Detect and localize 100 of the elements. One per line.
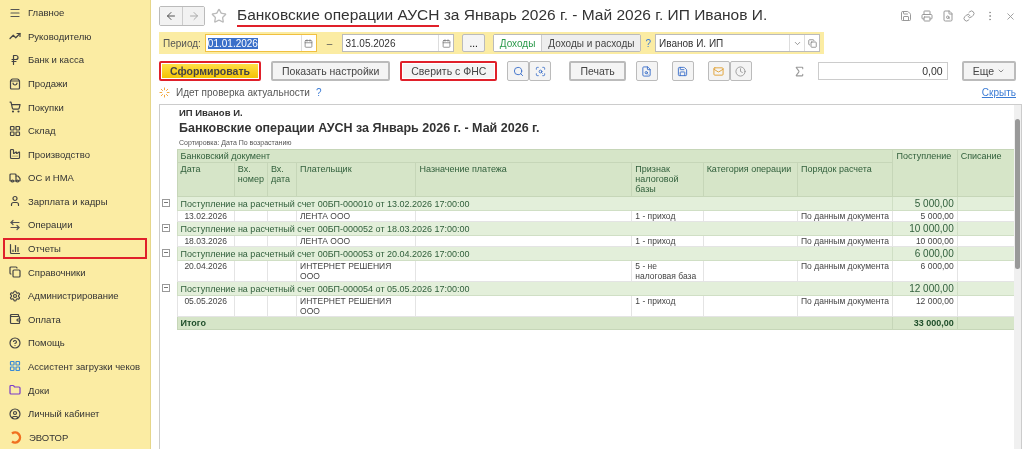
find-button[interactable] — [529, 61, 552, 81]
schedule-button[interactable] — [729, 61, 752, 81]
mail-icon — [713, 65, 725, 77]
sidebar-item[interactable]: Операции — [3, 214, 147, 236]
dash: – — [326, 37, 333, 49]
column-header: Плательщик — [296, 162, 416, 197]
collapse-toggle[interactable] — [162, 198, 170, 207]
help-link[interactable]: ? — [645, 37, 652, 49]
sidebar-item[interactable]: Покупки — [3, 96, 147, 118]
group-title: Поступление на расчетный счет 00БП-000054 от 05.05.2026 17:00:00 — [180, 283, 470, 294]
star-icon — [211, 8, 227, 24]
mode-tab[interactable]: Доходы — [493, 35, 542, 51]
wallet-icon — [9, 313, 21, 326]
cart-icon — [9, 101, 21, 114]
grid-icon — [9, 360, 21, 373]
truck-icon — [9, 171, 21, 184]
collapse-toggle[interactable] — [162, 223, 170, 232]
calendar-icon — [304, 38, 314, 48]
clock-icon — [735, 65, 747, 77]
table-cell: По данным документа — [797, 235, 893, 247]
save-icon — [677, 65, 689, 77]
column-header: Признак налоговой базы — [631, 162, 704, 197]
toolbar-button[interactable]: Сформировать — [159, 61, 261, 81]
table-cell: По данным документа — [797, 210, 893, 222]
search-icon — [512, 65, 524, 77]
table-cell: 05.05.2026 — [177, 295, 235, 317]
person-icon — [9, 195, 21, 208]
report-organization: ИП Иванов И. — [179, 106, 244, 118]
arrow-left-icon — [165, 10, 177, 22]
scan-search-icon — [534, 65, 546, 77]
save-icon — [900, 10, 912, 22]
table-cell: 5 000,00 — [892, 210, 958, 222]
period-label: Период: — [163, 37, 201, 49]
calendar-icon — [441, 38, 451, 48]
toolbar-button[interactable]: Сверить с ФНС — [400, 61, 498, 81]
column-header: Категория операции — [703, 162, 798, 197]
table-cell: 1 - приход — [631, 235, 704, 247]
search-button[interactable] — [507, 61, 530, 81]
collapse-toggle[interactable] — [162, 248, 170, 257]
mail-button[interactable] — [707, 61, 730, 81]
arrows-icon — [9, 219, 21, 231]
save-button[interactable] — [671, 61, 694, 81]
sidebar-item[interactable]: ОС и НМА — [3, 167, 147, 189]
settings-icon — [9, 289, 21, 302]
help-link[interactable]: ? — [315, 86, 322, 98]
table-cell: 13.02.2026 — [177, 210, 235, 222]
sidebar-item[interactable]: Склад — [3, 119, 147, 142]
help-icon — [9, 336, 21, 349]
table-cell: ЛЕНТА ООО — [296, 210, 416, 222]
column-header: Банковский документ — [177, 149, 893, 163]
sidebar-item[interactable]: Помощь — [3, 332, 147, 354]
print-button[interactable]: Печать — [569, 61, 626, 81]
column-header: Дата — [177, 162, 235, 197]
sidebar-item[interactable]: Банк и касса — [3, 49, 147, 71]
sidebar-item[interactable]: Продажи — [3, 72, 147, 95]
sidebar-item[interactable]: Справочники — [3, 261, 147, 283]
sidebar-item[interactable]: Производство — [3, 143, 147, 166]
scrollbar[interactable] — [1014, 105, 1021, 449]
sidebar-item[interactable]: Доки — [3, 379, 147, 401]
period-button[interactable]: ... — [462, 34, 485, 52]
folder-icon — [9, 384, 21, 397]
sidebar-item[interactable]: Личный кабинет — [3, 402, 147, 425]
status-text: Идет проверка актуальности — [176, 86, 310, 98]
sidebar-item[interactable]: Зарплата и кадры — [3, 190, 147, 213]
link-icon — [963, 10, 975, 22]
sidebar-item[interactable]: Главное — [3, 2, 147, 24]
grid-icon — [9, 124, 21, 137]
group-title: Поступление на расчетный счет 00БП-000053 от 20.04.2026 17:00:00 — [180, 248, 470, 259]
table-cell: 20.04.2026 — [177, 260, 235, 282]
collapse-toggle[interactable] — [162, 283, 170, 292]
sidebar-item[interactable]: Ассистент загрузки чеков — [3, 355, 147, 378]
date-from-field[interactable]: 01.01.2026 — [204, 34, 317, 52]
sidebar-item[interactable]: ЭВОТОР — [3, 426, 147, 448]
date-to-field[interactable]: 31.05.2026 — [342, 34, 455, 52]
mode-tab[interactable]: Доходы и расходы — [541, 35, 641, 51]
preview-button[interactable] — [635, 61, 658, 81]
column-header: Порядок расчета — [797, 162, 893, 197]
sidebar-item[interactable]: Оплата — [3, 308, 147, 331]
sidebar-item[interactable]: Отчеты — [3, 237, 147, 260]
more-button[interactable]: Еще — [961, 61, 1016, 81]
column-header: Назначение платежа — [416, 162, 632, 197]
column-header: Списание — [957, 149, 1014, 197]
factory-icon — [9, 148, 21, 161]
copy-icon — [9, 266, 21, 279]
ruble-icon — [9, 53, 21, 66]
back-button[interactable] — [160, 7, 182, 25]
table-cell: 10 000,00 — [892, 235, 958, 247]
sidebar-item[interactable]: Руководителю — [3, 25, 147, 48]
organization-field[interactable]: Иванов И. ИП — [655, 34, 820, 52]
spinner-icon — [159, 86, 170, 98]
arrow-right-icon — [187, 10, 200, 22]
group-title: Поступление на расчетный счет 00БП-000052 от 18.03.2026 17:00:00 — [180, 223, 470, 234]
hide-link[interactable]: Скрыть — [981, 86, 1016, 98]
table-cell: 18.03.2026 — [177, 235, 235, 247]
sidebar-item[interactable]: Администрирование — [3, 284, 147, 307]
toolbar-button[interactable]: Показать настройки — [271, 61, 391, 81]
printer-icon — [921, 10, 933, 22]
preview-icon — [641, 65, 653, 77]
report-title: Банковские операции АУСН за Январь 2026 г. - Май 2026 г. — [179, 121, 541, 135]
close-icon — [1005, 10, 1016, 22]
